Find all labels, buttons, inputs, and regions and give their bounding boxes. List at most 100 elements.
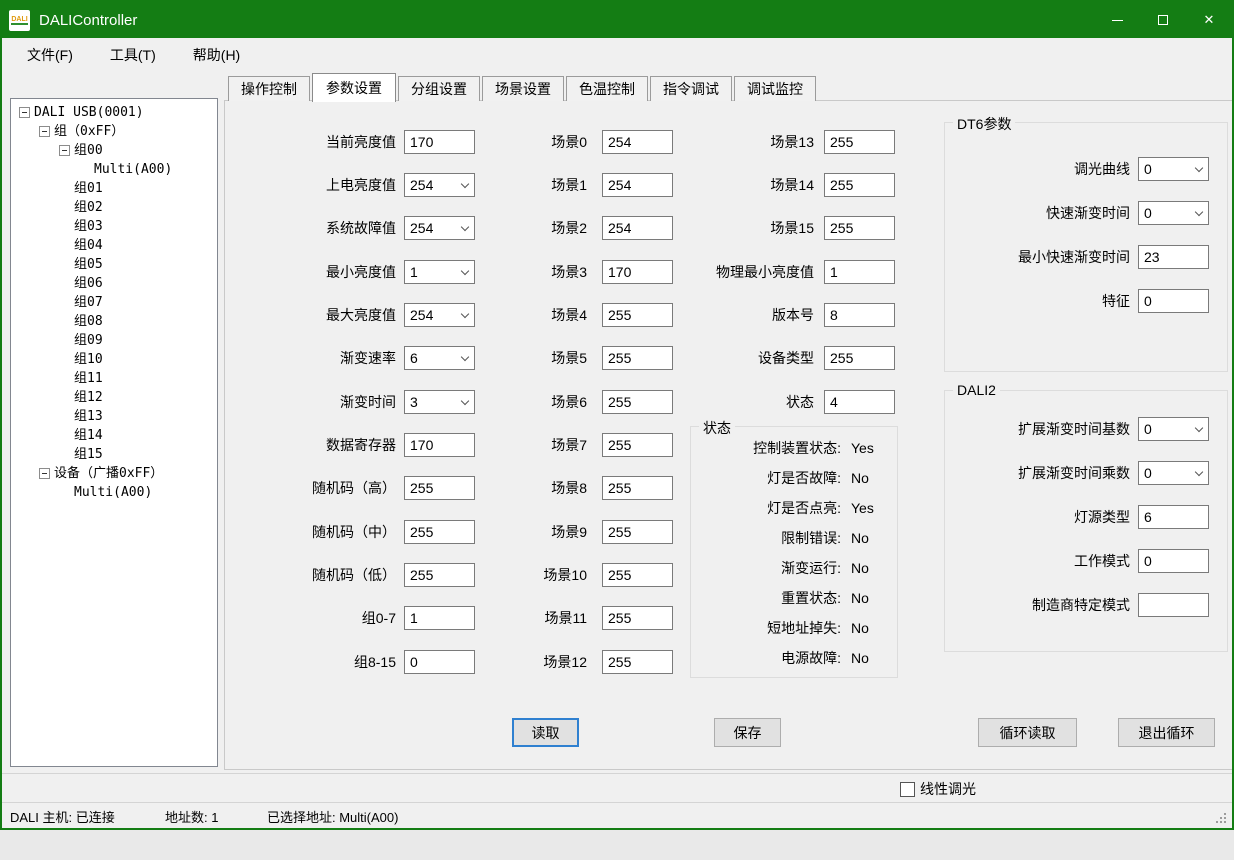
checkbox-icon[interactable] (900, 782, 915, 797)
field-value-input[interactable] (602, 390, 673, 414)
field-control[interactable] (404, 520, 475, 544)
field-value-input[interactable] (1138, 593, 1209, 617)
resize-grip-icon[interactable] (1215, 812, 1227, 824)
field-value-input[interactable] (404, 520, 475, 544)
field-value-input[interactable] (824, 173, 895, 197)
tree-node[interactable]: 组06 (11, 274, 217, 293)
field-value-input[interactable] (602, 520, 673, 544)
field-control[interactable] (1138, 593, 1209, 617)
tree-collapse-icon[interactable] (59, 145, 70, 156)
exit-loop-button[interactable]: 退出循环 (1118, 718, 1215, 747)
field-control[interactable] (1138, 245, 1209, 269)
save-button[interactable]: 保存 (714, 718, 781, 747)
tree-node[interactable]: 组11 (11, 369, 217, 388)
field-control[interactable] (602, 520, 673, 544)
tree-node[interactable]: Multi(A00) (11, 160, 217, 179)
field-value-input[interactable] (824, 303, 895, 327)
tree-node[interactable]: DALI USB(0001) (11, 103, 217, 122)
field-control[interactable] (1138, 157, 1209, 181)
field-value-input[interactable] (1138, 505, 1209, 529)
field-control[interactable] (824, 260, 895, 284)
field-control[interactable] (404, 390, 475, 414)
tab[interactable]: 调试监控 (734, 76, 816, 101)
linear-dimming-option[interactable]: 线性调光 (900, 779, 976, 799)
tree-node[interactable]: 组08 (11, 312, 217, 331)
field-control[interactable] (602, 346, 673, 370)
minimize-button[interactable] (1094, 2, 1140, 38)
field-control[interactable] (602, 606, 673, 630)
field-control[interactable] (1138, 461, 1209, 485)
field-value-input[interactable] (824, 346, 895, 370)
tree-node[interactable]: 组04 (11, 236, 217, 255)
field-control[interactable] (404, 130, 475, 154)
tree-node[interactable]: 组13 (11, 407, 217, 426)
field-control[interactable] (404, 173, 475, 197)
tree-node[interactable]: 组12 (11, 388, 217, 407)
field-control[interactable] (824, 346, 895, 370)
tab[interactable]: 色温控制 (566, 76, 648, 101)
field-value-input[interactable] (824, 216, 895, 240)
field-value-input[interactable] (404, 130, 475, 154)
field-value-input[interactable] (602, 130, 673, 154)
field-value-input[interactable] (602, 433, 673, 457)
field-control[interactable] (404, 260, 475, 284)
field-control[interactable] (602, 260, 673, 284)
tab[interactable]: 指令调试 (650, 76, 732, 101)
tree-collapse-icon[interactable] (39, 126, 50, 137)
field-control[interactable] (602, 130, 673, 154)
field-control[interactable] (404, 303, 475, 327)
maximize-button[interactable] (1140, 2, 1186, 38)
field-control[interactable] (1138, 417, 1209, 441)
field-value-input[interactable] (824, 130, 895, 154)
field-control[interactable] (404, 606, 475, 630)
field-control[interactable] (1138, 549, 1209, 573)
tree-node[interactable]: 组07 (11, 293, 217, 312)
menu-item[interactable]: 帮助(H) (183, 41, 250, 69)
menu-item[interactable]: 工具(T) (100, 41, 166, 69)
tree-node[interactable]: 组03 (11, 217, 217, 236)
field-value-input[interactable] (602, 476, 673, 500)
field-value-input[interactable] (404, 433, 475, 457)
field-control[interactable] (404, 433, 475, 457)
tree-node[interactable]: 组02 (11, 198, 217, 217)
field-value-input[interactable] (602, 650, 673, 674)
field-control[interactable] (404, 476, 475, 500)
field-value-input[interactable] (602, 606, 673, 630)
tree-node[interactable]: 组00 (11, 141, 217, 160)
field-control[interactable] (1138, 201, 1209, 225)
field-control[interactable] (1138, 505, 1209, 529)
field-value-input[interactable] (824, 260, 895, 284)
field-value-input[interactable] (1138, 245, 1209, 269)
tree-node[interactable]: 组14 (11, 426, 217, 445)
field-value-input[interactable] (824, 390, 895, 414)
field-control[interactable] (824, 216, 895, 240)
tree-node[interactable]: 组01 (11, 179, 217, 198)
field-control[interactable] (404, 346, 475, 370)
device-tree[interactable]: DALI USB(0001) 组（0xFF） 组00 Multi(A00) 组0… (10, 98, 218, 767)
tab[interactable]: 参数设置 (312, 73, 396, 102)
field-control[interactable] (602, 433, 673, 457)
field-value-input[interactable] (602, 216, 673, 240)
field-control[interactable] (824, 130, 895, 154)
field-control[interactable] (824, 173, 895, 197)
tree-node[interactable]: 设备（广播0xFF） (11, 464, 217, 483)
field-control[interactable] (602, 390, 673, 414)
field-control[interactable] (824, 303, 895, 327)
field-value-input[interactable] (1138, 549, 1209, 573)
field-control[interactable] (602, 216, 673, 240)
field-control[interactable] (404, 216, 475, 240)
field-value-input[interactable] (404, 650, 475, 674)
field-value-input[interactable] (602, 563, 673, 587)
tree-node[interactable]: 组05 (11, 255, 217, 274)
field-value-input[interactable] (1138, 289, 1209, 313)
field-control[interactable] (404, 650, 475, 674)
field-control[interactable] (602, 563, 673, 587)
loop-read-button[interactable]: 循环读取 (978, 718, 1077, 747)
tree-collapse-icon[interactable] (19, 107, 30, 118)
field-value-input[interactable] (404, 476, 475, 500)
field-value-input[interactable] (602, 303, 673, 327)
tab[interactable]: 操作控制 (228, 76, 310, 101)
tree-node[interactable]: 组10 (11, 350, 217, 369)
tree-node[interactable]: 组09 (11, 331, 217, 350)
tree-node[interactable]: Multi(A00) (11, 483, 217, 502)
